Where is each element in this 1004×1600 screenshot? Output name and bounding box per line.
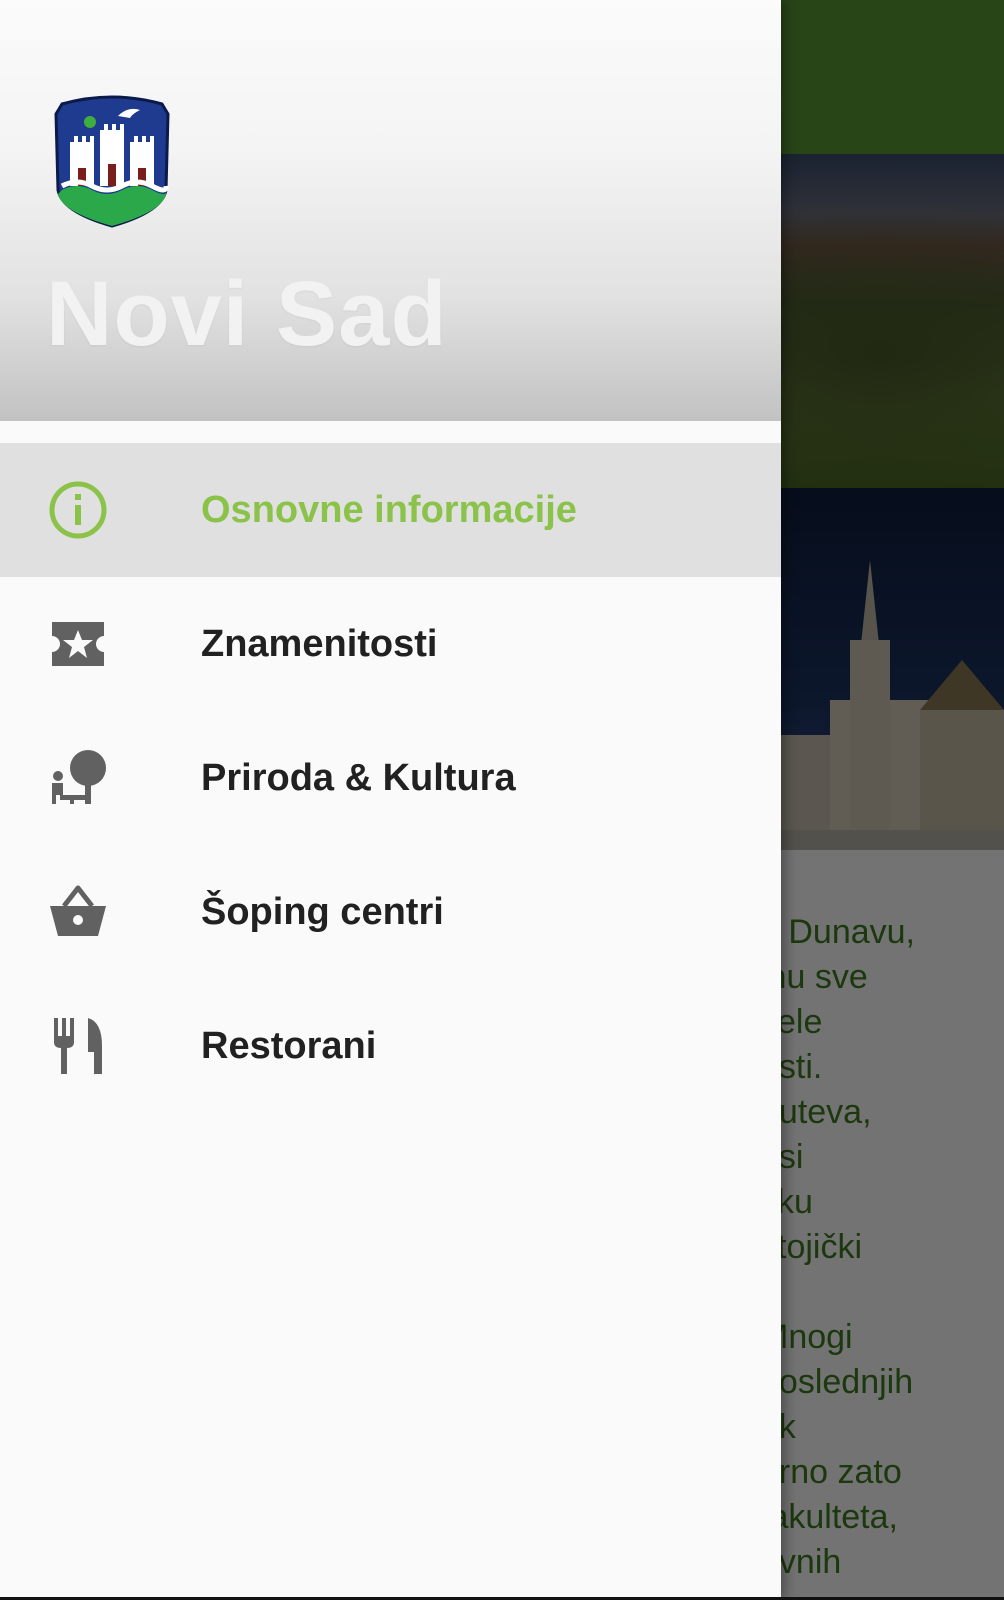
- menu-item-label: Znamenitosti: [201, 623, 438, 665]
- menu-item-basic-info[interactable]: Osnovne informacije: [0, 443, 781, 577]
- nature-people-icon: [52, 750, 106, 804]
- drawer-menu: Osnovne informacije Znamenitosti Priroda…: [0, 443, 781, 1113]
- menu-item-nature-culture[interactable]: Priroda & Kultura: [0, 711, 781, 845]
- menu-item-landmarks[interactable]: Znamenitosti: [0, 577, 781, 711]
- city-title: Novi Sad: [46, 263, 448, 365]
- restaurant-icon: [54, 1018, 102, 1074]
- navigation-drawer: Novi Sad Osnovne informacije Znamenitost…: [0, 0, 781, 1600]
- menu-item-restaurants[interactable]: Restorani: [0, 979, 781, 1113]
- menu-item-label: Osnovne informacije: [201, 489, 577, 531]
- menu-item-label: Šoping centri: [201, 891, 444, 933]
- info-icon: [49, 481, 107, 539]
- menu-item-label: Priroda & Kultura: [201, 757, 516, 799]
- drawer-header: Novi Sad: [0, 0, 781, 421]
- ticket-star-icon: [52, 622, 104, 666]
- menu-item-shopping[interactable]: Šoping centri: [0, 845, 781, 979]
- menu-item-label: Restorani: [201, 1025, 377, 1067]
- shopping-basket-icon: [50, 885, 106, 936]
- coat-of-arms-icon: [54, 95, 170, 228]
